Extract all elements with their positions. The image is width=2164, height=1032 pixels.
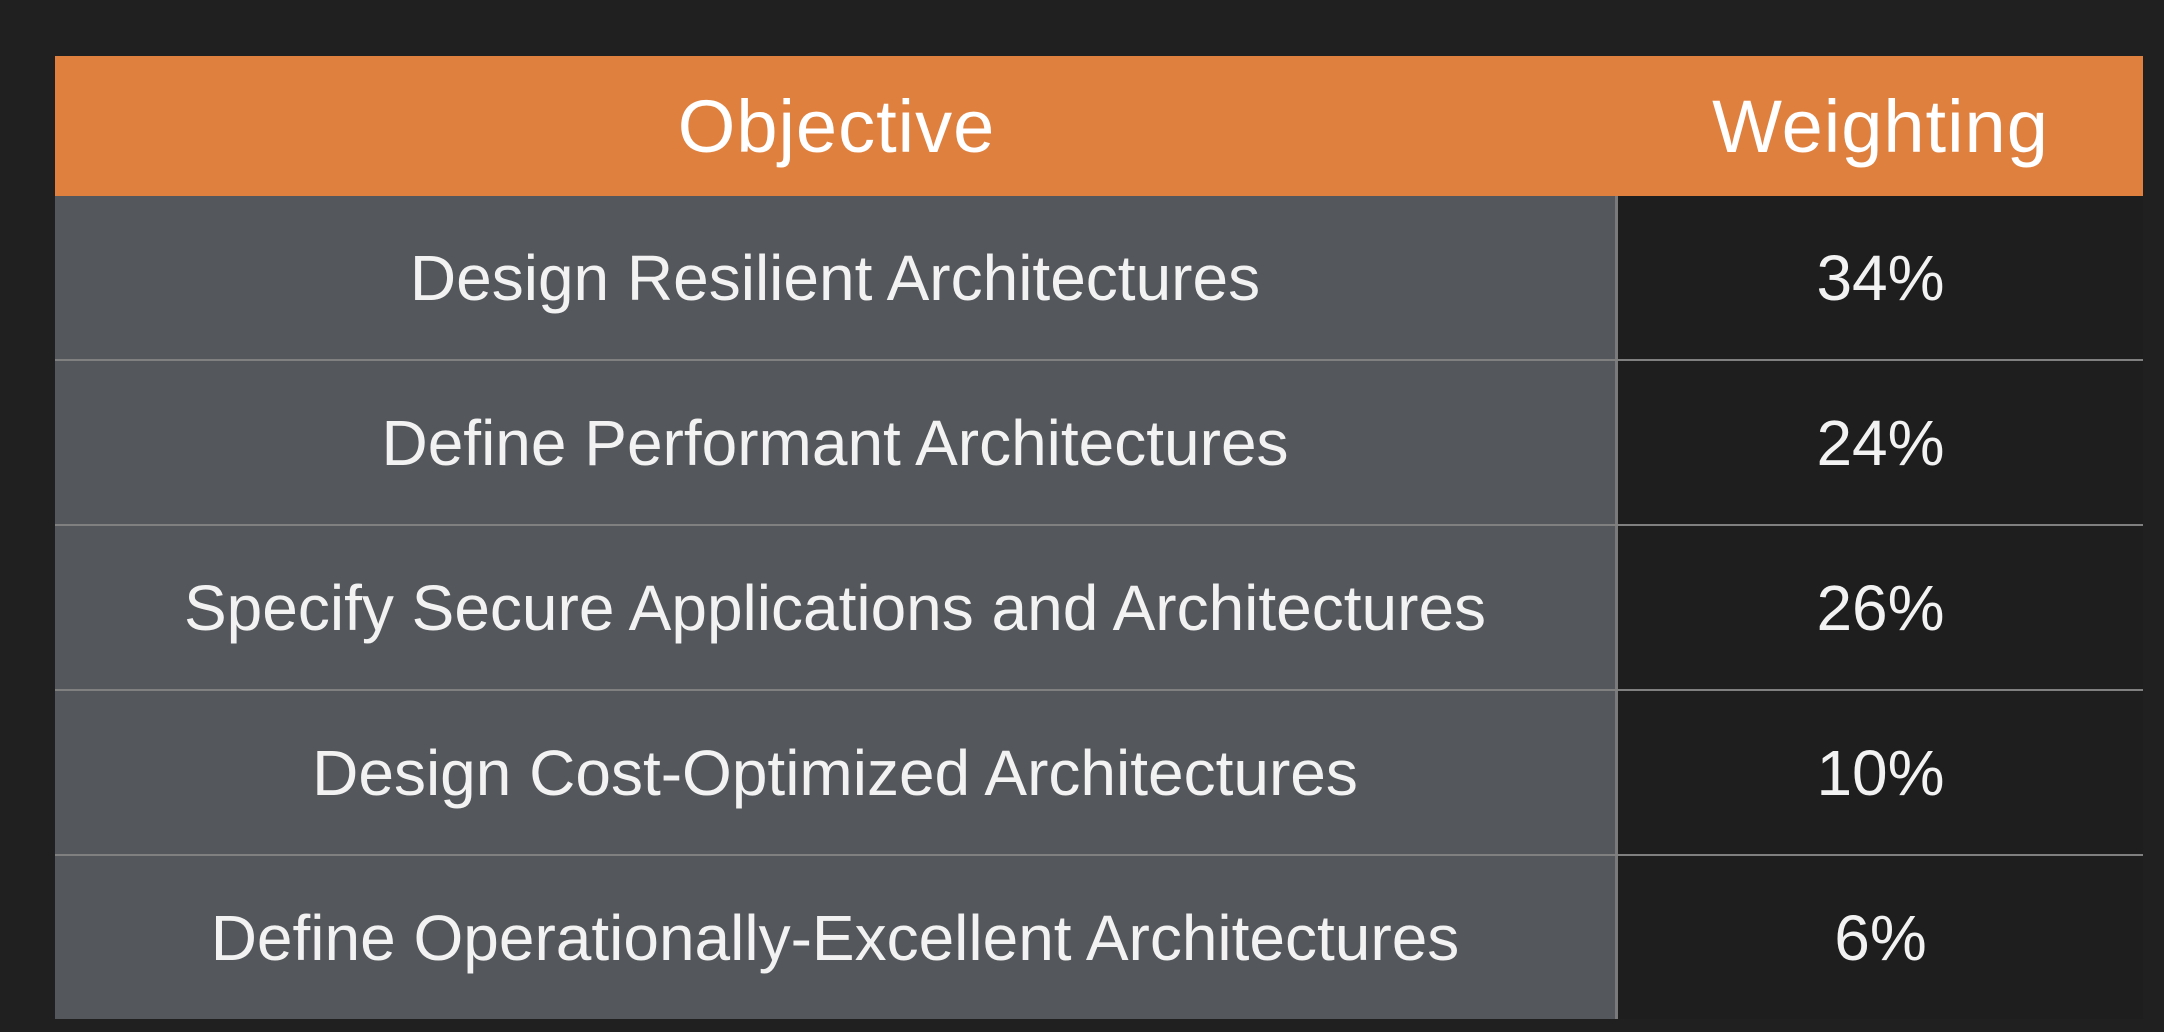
objective-cell: Define Operationally-Excellent Architect… xyxy=(55,856,1618,1019)
weighting-cell: 6% xyxy=(1618,856,2143,1019)
table-row: Specify Secure Applications and Architec… xyxy=(55,524,2143,689)
objectives-table: Objective Weighting Design Resilient Arc… xyxy=(55,56,2143,1019)
weighting-cell: 24% xyxy=(1618,361,2143,524)
weighting-cell: 26% xyxy=(1618,526,2143,689)
table-row: Define Operationally-Excellent Architect… xyxy=(55,854,2143,1019)
objective-cell: Define Performant Architectures xyxy=(55,361,1618,524)
table-header: Objective Weighting xyxy=(55,56,2143,196)
weighting-cell: 10% xyxy=(1618,691,2143,854)
objective-cell: Design Cost-Optimized Architectures xyxy=(55,691,1618,854)
table-row: Define Performant Architectures 24% xyxy=(55,359,2143,524)
table-row: Design Cost-Optimized Architectures 10% xyxy=(55,689,2143,854)
objective-cell: Design Resilient Architectures xyxy=(55,196,1618,359)
header-objective: Objective xyxy=(677,84,996,168)
weighting-cell: 34% xyxy=(1618,196,2143,359)
header-weighting: Weighting xyxy=(1712,84,2049,168)
objective-cell: Specify Secure Applications and Architec… xyxy=(55,526,1618,689)
table-row: Design Resilient Architectures 34% xyxy=(55,196,2143,359)
